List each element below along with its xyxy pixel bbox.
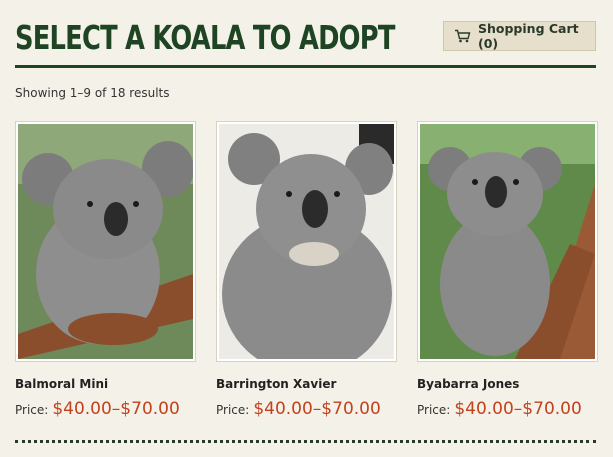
product-photo[interactable] [216, 121, 397, 362]
price-label: Price: [417, 403, 451, 417]
price-value: $40.00–$70.00 [52, 399, 180, 419]
result-count: Showing 1–9 of 18 results [15, 86, 170, 100]
dotted-divider [15, 440, 596, 443]
shopping-cart-button[interactable]: Shopping Cart (0) [443, 21, 596, 51]
product-photo[interactable] [15, 121, 196, 362]
title-divider [15, 65, 596, 68]
page-title: SELECT A KOALA TO ADOPT [15, 18, 395, 57]
product-photo[interactable] [417, 121, 598, 362]
product-name[interactable]: Barrington Xavier [216, 377, 397, 391]
price-value: $40.00–$70.00 [253, 399, 381, 419]
product-card: Byabarra Jones Price: $40.00–$70.00 [417, 121, 598, 419]
product-card: Barrington Xavier Price: $40.00–$70.00 [216, 121, 397, 419]
product-name[interactable]: Balmoral Mini [15, 377, 196, 391]
price-value: $40.00–$70.00 [454, 399, 582, 419]
shopping-cart-icon [454, 29, 471, 43]
shopping-cart-label: Shopping Cart (0) [478, 21, 579, 51]
price-label: Price: [15, 403, 49, 417]
product-name[interactable]: Byabarra Jones [417, 377, 598, 391]
product-card: Balmoral Mini Price: $40.00–$70.00 [15, 121, 196, 419]
price-label: Price: [216, 403, 250, 417]
